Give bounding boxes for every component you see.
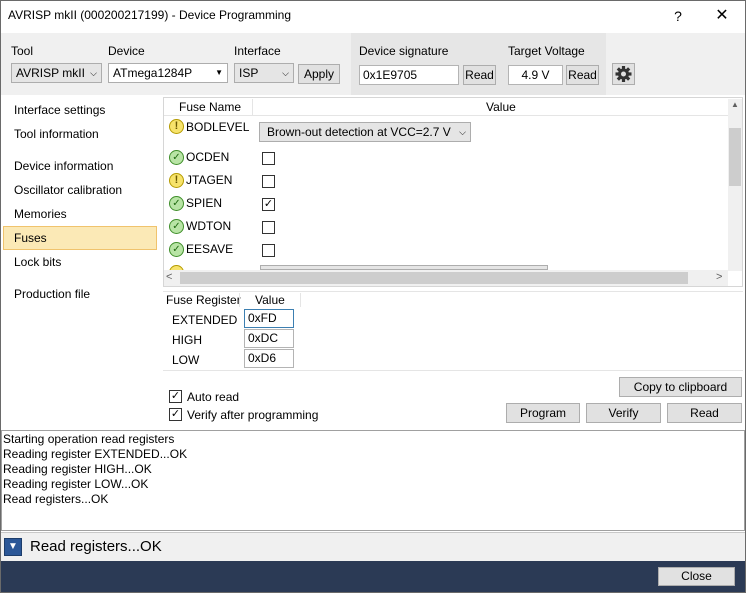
fuse-name: BODLEVEL [186, 120, 250, 134]
chevron-down-icon: ⌵ [282, 68, 289, 78]
signature-field[interactable]: 0x1E9705 [359, 65, 459, 85]
warning-icon: ! [169, 119, 184, 134]
chevron-down-icon: ⌵ [459, 127, 466, 137]
chevron-down-icon[interactable]: ▼ [4, 538, 22, 556]
separator [163, 370, 743, 371]
footer-bar [1, 561, 745, 592]
fuse-name: JTAGEN [186, 173, 233, 187]
copy-to-clipboard-button[interactable]: Copy to clipboard [619, 377, 742, 397]
apply-button[interactable]: Apply [298, 64, 340, 84]
chevron-down-icon: ⌵ [90, 68, 97, 78]
sidebar-item-interface-settings[interactable]: Interface settings [14, 103, 105, 117]
signature-label: Device signature [359, 44, 449, 58]
program-button[interactable]: Program [506, 403, 580, 423]
sidebar-item-device-information[interactable]: Device information [14, 159, 113, 173]
auto-read-checkbox[interactable]: ✓ [169, 390, 182, 403]
log-line: Reading register HIGH...OK [3, 462, 152, 476]
column-divider [252, 99, 253, 115]
bodlevel-select-value: Brown-out detection at VCC=2.7 V [267, 125, 451, 139]
column-divider [300, 293, 301, 307]
sidebar-item-oscillator-calibration[interactable]: Oscillator calibration [14, 183, 122, 197]
fuse-name: SPIEN [186, 196, 223, 210]
register-value-low[interactable]: 0xD6 [244, 349, 294, 368]
jtagen-checkbox[interactable] [262, 175, 275, 188]
interface-select-value: ISP [239, 66, 259, 80]
voltage-read-button[interactable]: Read [566, 65, 599, 85]
device-select[interactable]: ATmega1284P ▼ [108, 63, 228, 83]
device-label: Device [108, 44, 145, 58]
register-name-low: LOW [172, 353, 200, 367]
fuse-name-column-header: Fuse Name [179, 100, 242, 114]
verify-after-programming-checkbox[interactable]: ✓ [169, 408, 182, 421]
check-icon: ✓ [169, 150, 184, 165]
help-button[interactable]: ? [664, 4, 692, 28]
bodlevel-select[interactable]: Brown-out detection at VCC=2.7 V ⌵ [259, 122, 471, 142]
value-column-header: Value [486, 100, 516, 114]
check-icon: ✓ [169, 242, 184, 257]
gear-icon [615, 66, 632, 82]
sidebar-item-production-file[interactable]: Production file [14, 287, 90, 301]
check-icon: ✓ [169, 196, 184, 211]
window-title: AVRISP mkII (000200217199) - Device Prog… [8, 8, 292, 22]
voltage-label: Target Voltage [508, 44, 585, 58]
scroll-right-icon[interactable]: > [716, 271, 722, 283]
signature-voltage-group [351, 33, 606, 95]
read-button[interactable]: Read [667, 403, 742, 423]
log-line: Starting operation read registers [3, 432, 175, 446]
fuse-name: EESAVE [186, 242, 234, 256]
fuse-grid-header [164, 98, 742, 116]
tool-select[interactable]: AVRISP mkII ⌵ [11, 63, 102, 83]
signature-read-button[interactable]: Read [463, 65, 496, 85]
register-name-high: HIGH [172, 333, 202, 347]
log-line: Reading register EXTENDED...OK [3, 447, 188, 461]
status-text: Read registers...OK [30, 538, 162, 555]
settings-button[interactable] [612, 63, 635, 85]
interface-select[interactable]: ISP ⌵ [234, 63, 294, 83]
ocden-checkbox[interactable] [262, 152, 275, 165]
sidebar-item-fuses[interactable]: Fuses [14, 231, 47, 245]
device-select-value: ATmega1284P [113, 66, 193, 80]
register-name-extended: EXTENDED [172, 313, 238, 327]
check-icon: ✓ [169, 219, 184, 234]
chevron-down-icon: ▼ [215, 68, 223, 77]
auto-read-label: Auto read [187, 390, 240, 404]
log-line: Reading register LOW...OK [3, 477, 149, 491]
tool-label: Tool [11, 44, 34, 58]
voltage-field[interactable]: 4.9 V [508, 65, 563, 85]
warning-icon: ! [169, 173, 184, 188]
wdton-checkbox[interactable] [262, 221, 275, 234]
verify-after-programming-label: Verify after programming [187, 408, 319, 422]
scroll-up-icon[interactable]: ▲ [729, 100, 741, 112]
separator [163, 291, 743, 292]
scroll-left-icon[interactable]: < [166, 271, 172, 283]
horizontal-scroll-thumb[interactable] [180, 272, 688, 284]
register-value-column-header: Value [255, 293, 285, 307]
sidebar-item-memories[interactable]: Memories [14, 207, 67, 221]
log-line: Read registers...OK [3, 492, 109, 506]
close-window-button[interactable]: ✕ [704, 4, 740, 28]
tool-select-value: AVRISP mkII [16, 66, 85, 80]
fuse-register-column-header: Fuse Register [166, 293, 241, 307]
column-divider [239, 293, 240, 307]
sidebar-item-tool-information[interactable]: Tool information [14, 127, 99, 141]
spien-checkbox[interactable]: ✓ [262, 198, 275, 211]
vertical-scroll-thumb[interactable] [729, 128, 741, 186]
register-value-extended[interactable]: 0xFD [244, 309, 294, 328]
fuse-name: OCDEN [186, 150, 230, 164]
eesave-checkbox[interactable] [262, 244, 275, 257]
sidebar-item-lock-bits[interactable]: Lock bits [14, 255, 61, 269]
register-value-high[interactable]: 0xDC [244, 329, 294, 348]
fuse-name: WDTON [186, 219, 232, 233]
interface-label: Interface [234, 44, 281, 58]
verify-button[interactable]: Verify [586, 403, 661, 423]
close-button[interactable]: Close [658, 567, 735, 586]
